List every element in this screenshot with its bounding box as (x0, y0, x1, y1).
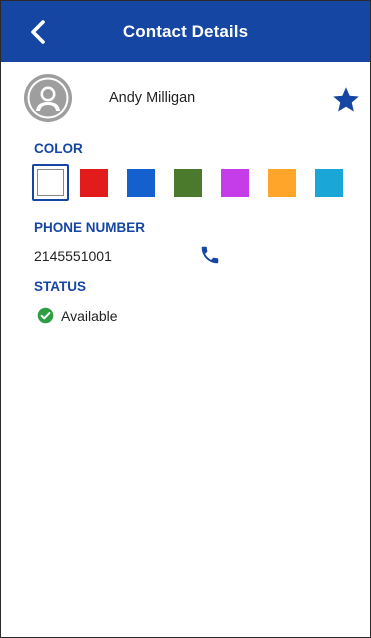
chevron-left-icon (31, 20, 45, 44)
page-title: Contact Details (122, 21, 249, 41)
status-label: STATUS (34, 279, 86, 294)
status-indicator: Available (37, 307, 118, 324)
contact-name: Andy Milligan (109, 90, 196, 106)
phone-number: 2145551001 (34, 248, 112, 264)
avatar (23, 73, 73, 123)
color-label: COLOR (34, 141, 83, 156)
call-button[interactable] (196, 242, 224, 268)
status-value: Available (61, 307, 118, 324)
screen: Contact Details Andy Milligan COLOR PHON… (0, 0, 371, 638)
color-swatch-blue[interactable] (127, 168, 155, 197)
favorite-button[interactable] (329, 83, 363, 117)
check-circle-icon (37, 307, 54, 324)
phone-label: PHONE NUMBER (34, 220, 146, 235)
color-swatch-purple[interactable] (221, 168, 249, 197)
color-picker (32, 164, 343, 201)
color-swatch-cyan[interactable] (315, 168, 343, 197)
star-icon (333, 87, 359, 112)
app-bar: Contact Details (1, 1, 370, 62)
color-swatch-white[interactable] (32, 164, 69, 201)
phone-icon (201, 246, 219, 264)
color-swatch-red[interactable] (80, 168, 108, 197)
color-swatch-green[interactable] (174, 168, 202, 197)
contact-header: Andy Milligan (1, 73, 370, 127)
back-button[interactable] (23, 17, 53, 47)
color-swatch-orange[interactable] (268, 168, 296, 197)
person-avatar-icon (24, 74, 72, 122)
